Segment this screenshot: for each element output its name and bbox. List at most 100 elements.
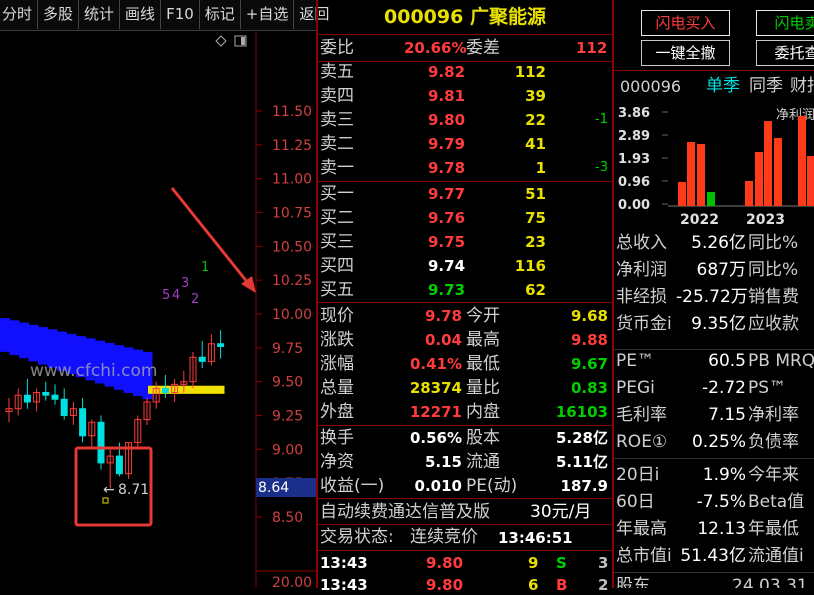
metric-right-label: 销售费 [748,287,799,307]
stat-label: 内盘 [466,402,500,422]
side-stock-code: 000096 [620,77,682,96]
committee-ratio-label: 委比 [320,38,354,58]
candle-body [60,398,68,417]
bid-level-label: 买二 [320,208,354,228]
toolbar-multi-stock-button[interactable]: 多股 [38,0,80,29]
candle-body [97,421,105,464]
stat-label: 总量 [320,378,354,398]
toolbar-timeshare-button[interactable]: 分时 [0,0,39,29]
stat2-value: 187.9 [560,477,608,495]
metric-right-label: 年最低 [748,519,799,539]
cloud-segment-blue [9,320,20,356]
stat2-label: 股本 [466,428,500,448]
net-profit-bar [687,142,695,206]
stat2-value: 5.28亿 [555,429,608,447]
ask-level-volume: 39 [525,87,546,105]
diamond-icon[interactable] [215,35,227,47]
tick-count: 3 [598,554,609,572]
candle-body [79,408,87,437]
metric-label: 非经损 [616,287,667,307]
cloud-segment-blue [28,324,39,362]
entrust-query-button[interactable]: 委托查 [756,40,814,66]
flash-sell-button[interactable]: 闪电卖 [756,10,814,36]
metric-value: 0.25% [691,432,746,452]
candle-body [23,394,31,403]
wave-label-4: 4 [172,288,180,303]
net-profit-bar [798,116,806,206]
tick-time: 13:43 [320,554,368,572]
cancel-all-button[interactable]: 一键全撤 [641,40,730,66]
wave-label-5: 5 [162,288,170,303]
tab-financial-report[interactable]: 财报 [790,76,814,96]
bid-level-volume: 62 [525,281,546,299]
metric-label: 20日i [616,465,660,485]
metric-label: 净利润 [616,260,667,280]
indicator-cloud-band [0,318,225,400]
bid-level-volume: 51 [525,185,546,203]
ask-level-price: 9.78 [428,159,466,177]
net-profit-bar [697,144,705,206]
ask-level-label: 卖二 [320,134,354,154]
metric-label: 总收入 [616,233,667,253]
net-profit-bar [707,192,715,206]
price-axis-label: 10.00 [272,307,312,323]
window-toggle-fill [241,37,245,45]
ad-price[interactable]: 30元/月 [530,502,591,522]
metric-value: 12.13 [697,519,746,539]
stat-label: 最低 [466,354,500,374]
stat2-value: 5.11亿 [555,453,608,471]
stat2-label: PE(动) [466,476,518,496]
ask-level-label: 卖五 [320,62,354,82]
price-axis-label: 9.50 [272,375,303,391]
toolbar-mark-button[interactable]: 标记 [200,0,241,29]
metric-label: 年最高 [616,519,667,539]
metric-value: 5.26亿 [691,233,746,253]
toolbar-f10-button[interactable]: F10 [161,0,200,29]
net-profit-y-ticks: 3.86 2.89 1.93 0.96 0.00 [618,106,668,213]
tick-volume: 6 [528,576,539,594]
bid-level-price: 9.76 [428,209,466,227]
price-axis-label: 11.25 [272,138,312,154]
metric-value: 9.35亿 [691,314,746,334]
tick-price: 9.80 [426,554,464,572]
net-profit-y-tick: 0.00 [618,198,650,213]
committee-diff-label: 委差 [466,38,500,58]
candle-body [51,394,59,400]
cloud-segment-yellow [214,385,225,394]
price-gridlines [256,110,262,518]
net-profit-y-tick: 1.93 [618,152,650,167]
toolbar-stats-button[interactable]: 统计 [79,0,121,29]
metric-right-label: PB MRQ [748,351,814,371]
ask-level-volume: 112 [514,63,546,81]
tab-single-quarter[interactable]: 单季 [706,76,740,96]
metric-value: -25.72万 [676,287,748,307]
metric-right-label: 应收款 [748,314,799,334]
candle-body [115,455,123,475]
flash-buy-button[interactable]: 闪电买入 [641,10,730,36]
tab-same-quarter[interactable]: 同季 [749,76,783,96]
stat-label: 涨幅 [320,354,354,374]
metric-label: 60日 [616,492,655,512]
chart-toolbar: 分时 多股 统计 画线 F10 标记 +自选 返回 [0,0,329,31]
tick-side: B [556,576,568,594]
bid-level-volume: 23 [525,233,546,251]
ask-level-volume: 1 [535,159,546,177]
toolbar-add-watchlist-button[interactable]: +自选 [241,0,295,29]
candle-body [161,387,169,393]
metric-label: PEGi [616,378,655,398]
toolbar-draw-line-button[interactable]: 画线 [120,0,162,29]
metric-value: 51.43亿 [680,546,746,566]
stat-value: 9.68 [570,307,608,325]
candle-body [42,391,50,396]
ad-text[interactable]: 自动续费通达信普及版 [320,502,490,522]
stat-label: 今开 [466,306,500,326]
bid-level-price: 9.75 [428,233,466,251]
trade-status-value: 连续竞价 [410,527,478,547]
stock-code: 000096 [384,6,464,28]
stat-value: 9.78 [424,307,462,325]
stat2-value: 0.010 [414,477,462,495]
cloud-segment-blue [19,322,29,359]
net-profit-bars [668,116,814,207]
stat-value: 0.83 [570,379,608,397]
candlestick-chart[interactable]: 11.50 11.25 11.00 10.75 10.50 10.25 10.00 9.75 9… [0,31,316,588]
